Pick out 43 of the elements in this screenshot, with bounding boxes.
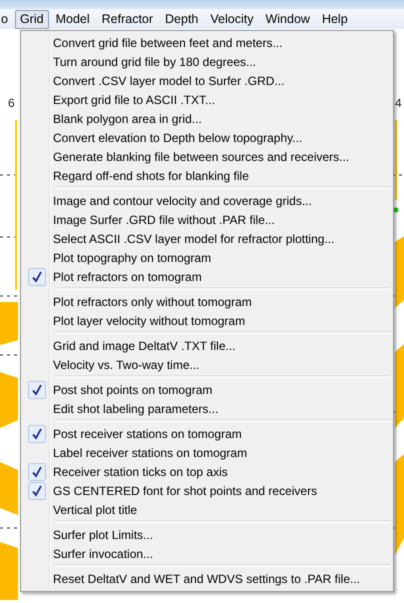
menu-item[interactable]: Convert elevation to Depth below topography... (23, 128, 391, 147)
menu-bar-item[interactable]: Help (316, 10, 353, 28)
plot-area (0, 542, 18, 600)
menu-item[interactable]: Regard off-end shots for blanking file (23, 166, 391, 185)
axis-label: 6 (8, 96, 15, 110)
menu-item[interactable]: Grid and image DeltatV .TXT file... (23, 336, 391, 355)
menu-item[interactable]: Image and contour velocity and coverage grids... (23, 191, 391, 210)
menu-bar-item[interactable]: Refractor (96, 10, 158, 28)
grid-line (392, 174, 404, 176)
menu-item[interactable]: Velocity vs. Two-way time... (23, 355, 391, 374)
menu-item[interactable]: Edit shot labeling parameters... (23, 399, 391, 418)
menu-item[interactable]: Image Surfer .GRD file without .PAR file... (23, 210, 391, 229)
menu-item[interactable]: Turn around grid file by 180 degrees... (23, 52, 391, 71)
menu-item[interactable]: Post receiver stations on tomogram (23, 424, 391, 443)
menu-item[interactable]: Post shot points on tomogram (23, 380, 391, 399)
menu-item[interactable]: Surfer invocation... (23, 544, 391, 563)
plot-area (0, 372, 18, 428)
plot-area (0, 302, 18, 345)
menu-item[interactable]: GS CENTERED font for shot points and receivers (23, 481, 391, 500)
menu-item[interactable]: Surfer plot Limits... (23, 525, 391, 544)
menu-item[interactable]: Plot topography on tomogram (23, 248, 391, 267)
menu-item[interactable]: Select ASCII .CSV layer model for refractor plotting... (23, 229, 391, 248)
menu-item[interactable]: Convert .CSV layer model to Surfer .GRD... (23, 71, 391, 90)
menu-bar-item[interactable]: Grid (14, 10, 49, 28)
axis-label: 4 (395, 96, 402, 110)
menu-bar-item[interactable]: Window (260, 10, 315, 28)
menu-item[interactable]: Plot layer velocity without tomogram (23, 311, 391, 330)
plot-point (394, 208, 398, 212)
plot-area (0, 462, 18, 515)
menu-bar-item[interactable]: Velocity (205, 10, 258, 28)
menu-item[interactable]: Blank polygon area in grid... (23, 109, 391, 128)
menu-item[interactable]: Export grid file to ASCII .TXT... (23, 90, 391, 109)
menu-item[interactable]: Label receiver stations on tomogram (23, 443, 391, 462)
menu-item[interactable]: Plot refractors only without tomogram (23, 292, 391, 311)
menu-item[interactable]: Convert grid file between feet and meters... (23, 33, 391, 52)
menu-item[interactable]: Generate blanking file between sources and receivers... (23, 147, 391, 166)
menu-bar-item[interactable]: Model (50, 10, 95, 28)
menu-item[interactable]: Plot refractors on tomogram (23, 267, 391, 286)
menu-item[interactable]: Reset DeltatV and WET and WDVS settings to .PAR file... (23, 569, 391, 588)
menu-item[interactable]: Receiver station ticks on top axis (23, 462, 391, 481)
menu-bar-item[interactable]: Depth (160, 10, 204, 28)
menu-item[interactable]: Vertical plot title (23, 500, 391, 519)
menu-bar-item[interactable]: o (0, 10, 13, 28)
